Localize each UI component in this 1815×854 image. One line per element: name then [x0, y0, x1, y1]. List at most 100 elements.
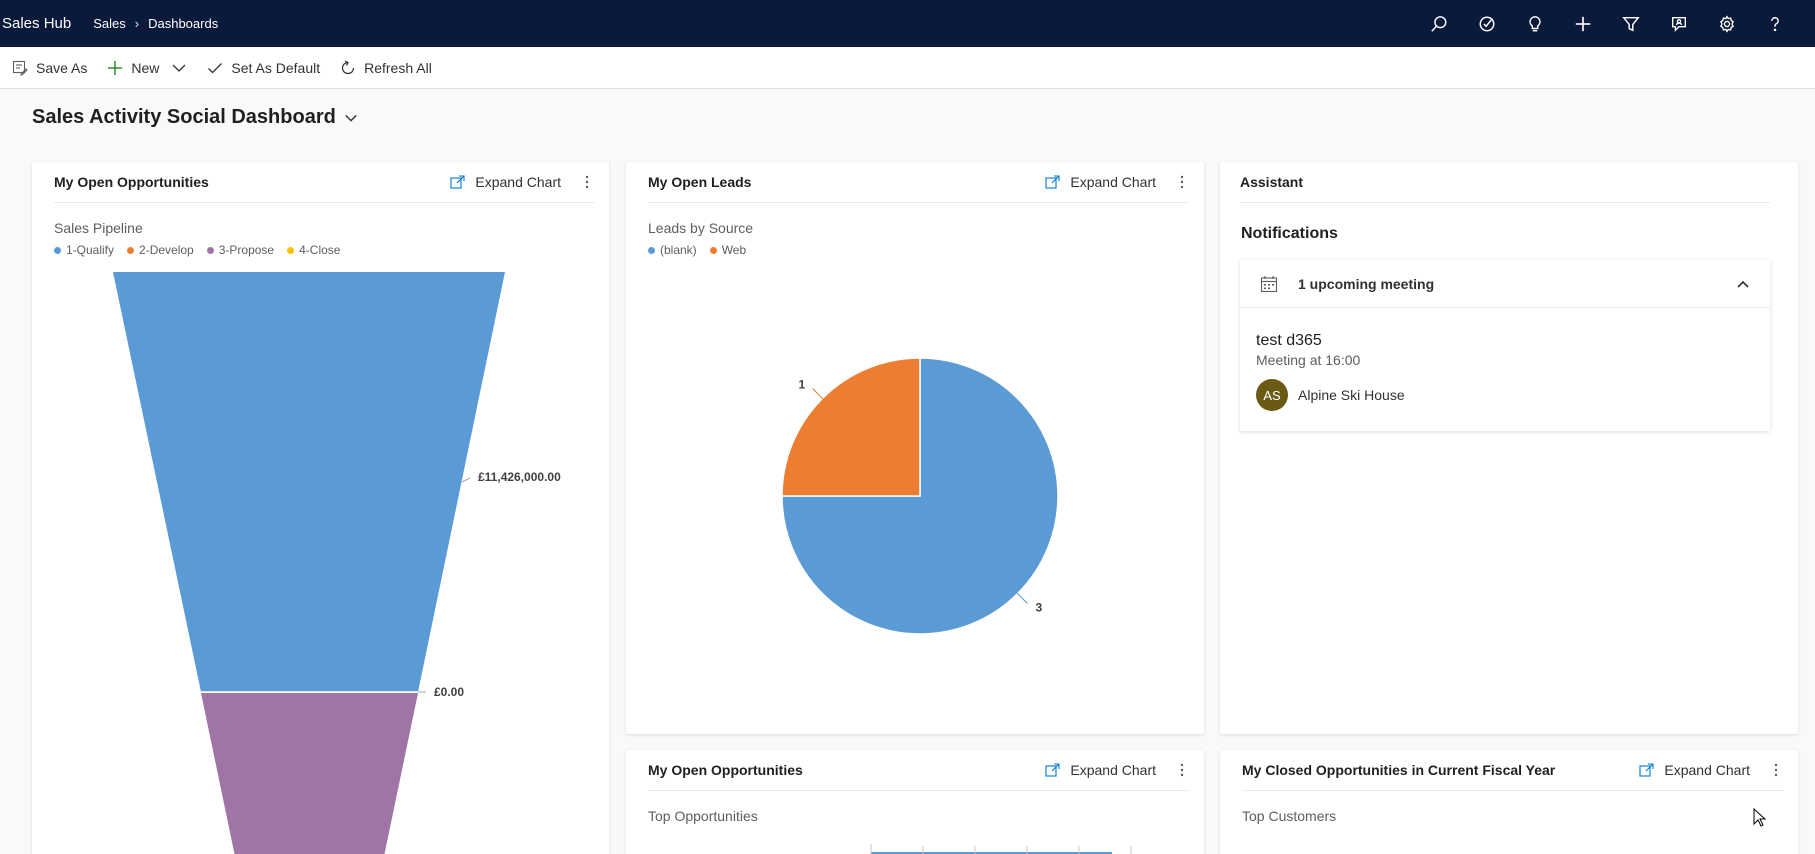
expand-chart-icon — [450, 175, 465, 189]
save-as-button[interactable]: Save As — [12, 52, 87, 84]
new-button[interactable]: New — [107, 52, 187, 84]
meeting-title[interactable]: test d365 — [1256, 332, 1322, 350]
dashboard-selector[interactable]: Sales Activity Social Dashboard — [32, 106, 358, 129]
notification-group: 1 upcoming meeting test d365 Meeting at … — [1240, 260, 1770, 431]
notifications-heading: Notifications — [1241, 225, 1338, 242]
expand-chart-button[interactable]: Expand Chart — [1639, 762, 1750, 778]
legend-item[interactable]: 1-Qualify — [54, 243, 114, 257]
search-icon[interactable] — [1415, 0, 1463, 47]
card-header: My Open Opportunities Expand Chart — [648, 750, 1190, 791]
legend-label: 1-Qualify — [66, 243, 115, 257]
mouse-cursor — [1753, 808, 1767, 827]
open-leads-card: My Open Leads Expand Chart Leads by Sour… — [626, 162, 1204, 734]
expand-chart-label: Expand Chart — [1664, 762, 1750, 778]
legend-label: (blank) — [660, 243, 697, 257]
closed-opportunities-card: My Closed Opportunities in Current Fisca… — [1220, 750, 1798, 854]
legend-item[interactable]: Web — [709, 243, 747, 257]
breadcrumb-chevron-icon: › — [134, 16, 140, 31]
save-as-label: Save As — [36, 59, 88, 76]
app-name[interactable]: Sales Hub — [0, 15, 71, 32]
chart-title: Top Opportunities — [648, 808, 758, 824]
legend-item[interactable]: 2-Develop — [127, 243, 194, 257]
expand-chart-label: Expand Chart — [1070, 174, 1156, 190]
command-bar: Save As New Set As Default Refresh All — [0, 47, 1815, 89]
funnel-segment-propose[interactable] — [201, 693, 418, 854]
legend-swatch — [127, 246, 135, 254]
top-nav-bar: Sales Hub Sales › Dashboards — [0, 0, 1815, 47]
expand-chart-label: Expand Chart — [1070, 762, 1156, 778]
funnel-value-label: £0.00 — [434, 685, 464, 699]
top-nav-icons — [1415, 0, 1799, 47]
card-header: Assistant — [1240, 162, 1770, 203]
expand-chart-button[interactable]: Expand Chart — [1045, 174, 1156, 190]
lightbulb-icon[interactable] — [1511, 0, 1559, 47]
set-as-default-button[interactable]: Set As Default — [207, 52, 320, 84]
legend-label: 3-Propose — [218, 243, 275, 257]
card-title: My Open Leads — [648, 174, 752, 190]
pie-value-label: 3 — [1035, 600, 1042, 614]
chart-title: Sales Pipeline — [54, 220, 143, 236]
legend-item[interactable]: 4-Close — [287, 243, 340, 257]
leads-by-source-pie-chart: 31 — [781, 357, 1059, 635]
dashboard-title: Sales Activity Social Dashboard — [32, 106, 336, 128]
top-opportunities-card: My Open Opportunities Expand Chart Top O… — [626, 750, 1204, 854]
legend-swatch — [648, 246, 655, 254]
notification-group-label: 1 upcoming meeting — [1298, 275, 1435, 292]
notification-group-header[interactable]: 1 upcoming meeting — [1240, 260, 1770, 308]
chevron-up-icon — [1737, 280, 1749, 288]
assistant-icon[interactable] — [1655, 0, 1703, 47]
sales-pipeline-funnel-chart: £11,426,000.00 £0.00 — [113, 272, 561, 854]
settings-icon[interactable] — [1703, 0, 1751, 47]
chart-title: Top Customers — [1242, 808, 1337, 824]
expand-chart-button[interactable]: Expand Chart — [450, 174, 561, 190]
refresh-icon — [342, 59, 355, 74]
more-options-icon[interactable] — [1174, 763, 1190, 777]
expand-chart-icon — [1045, 763, 1060, 777]
refresh-all-button[interactable]: Refresh All — [340, 52, 432, 84]
pie-leader-line — [1014, 590, 1028, 604]
account-name[interactable]: Alpine Ski House — [1298, 387, 1405, 403]
chart-legend: (blank) Web — [648, 243, 759, 257]
legend-label: 4-Close — [299, 243, 341, 257]
more-options-icon[interactable] — [1174, 175, 1190, 189]
plus-icon[interactable] — [1559, 0, 1607, 47]
task-check-icon[interactable] — [1463, 0, 1511, 47]
card-header: My Closed Opportunities in Current Fisca… — [1242, 750, 1784, 791]
plus-icon — [108, 60, 123, 75]
expand-chart-button[interactable]: Expand Chart — [1045, 762, 1156, 778]
save-as-icon — [12, 60, 28, 76]
value-leader-line — [461, 477, 471, 483]
pie-value-label: 1 — [799, 378, 806, 392]
refresh-all-label: Refresh All — [364, 59, 432, 76]
set-as-default-label: Set As Default — [231, 59, 321, 76]
meeting-time: Meeting at 16:00 — [1256, 352, 1361, 368]
breadcrumb-dashboards[interactable]: Dashboards — [148, 16, 218, 31]
card-title: My Open Opportunities — [648, 762, 803, 778]
funnel-segment-qualify[interactable] — [113, 272, 505, 692]
pie-leader-line — [812, 388, 826, 402]
chevron-down-icon — [172, 64, 186, 72]
new-label: New — [131, 59, 160, 76]
expand-chart-label: Expand Chart — [475, 174, 561, 190]
checkmark-icon — [208, 62, 223, 73]
card-title: My Closed Opportunities in Current Fisca… — [1242, 762, 1556, 778]
legend-label: Web — [721, 243, 747, 257]
assistant-card: Assistant Notifications 1 upcoming meeti… — [1220, 162, 1798, 734]
filter-icon[interactable] — [1607, 0, 1655, 47]
card-title: My Open Opportunities — [54, 174, 209, 190]
legend-item[interactable]: 3-Propose — [206, 243, 275, 257]
legend-swatch — [287, 246, 295, 254]
chart-title: Leads by Source — [648, 220, 754, 236]
more-options-icon[interactable] — [579, 175, 595, 189]
legend-item[interactable]: (blank) — [648, 243, 697, 257]
legend-label: 2-Develop — [139, 243, 194, 257]
chart-legend: 1-Qualify 2-Develop 3-Propose 4-Close — [54, 243, 353, 257]
avatar: AS — [1256, 379, 1288, 411]
breadcrumb-sales[interactable]: Sales — [93, 16, 126, 31]
more-options-icon[interactable] — [1768, 763, 1784, 777]
expand-chart-icon — [1639, 763, 1654, 777]
expand-chart-icon — [1045, 175, 1060, 189]
help-icon[interactable] — [1751, 0, 1799, 47]
open-opportunities-card: My Open Opportunities Expand Chart Sales… — [32, 162, 609, 854]
card-header: My Open Leads Expand Chart — [648, 162, 1190, 203]
